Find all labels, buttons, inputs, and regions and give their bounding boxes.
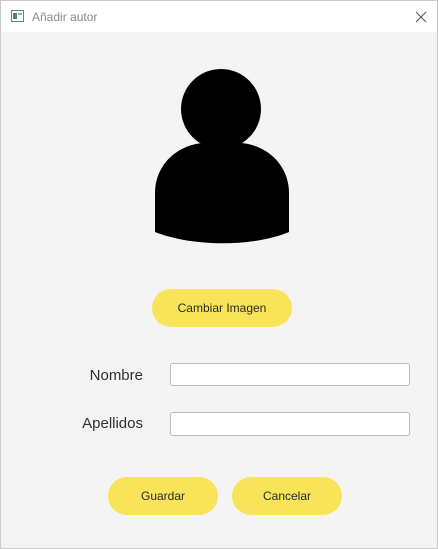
- nombre-label: Nombre: [89, 367, 143, 384]
- title-bar: Añadir autor: [1, 1, 437, 32]
- apellidos-label: Apellidos: [82, 415, 143, 432]
- apellidos-input[interactable]: [170, 412, 410, 436]
- window-app-icon: [11, 10, 24, 22]
- add-author-window: Añadir autor Cambiar Imagen Nombre Apell…: [0, 0, 438, 549]
- save-button[interactable]: Guardar: [108, 477, 218, 515]
- user-silhouette-icon: [155, 69, 289, 244]
- window-title: Añadir autor: [32, 10, 98, 24]
- change-image-button[interactable]: Cambiar Imagen: [152, 289, 292, 327]
- cancel-button[interactable]: Cancelar: [232, 477, 342, 515]
- close-icon[interactable]: [413, 9, 429, 25]
- nombre-input[interactable]: [170, 363, 410, 386]
